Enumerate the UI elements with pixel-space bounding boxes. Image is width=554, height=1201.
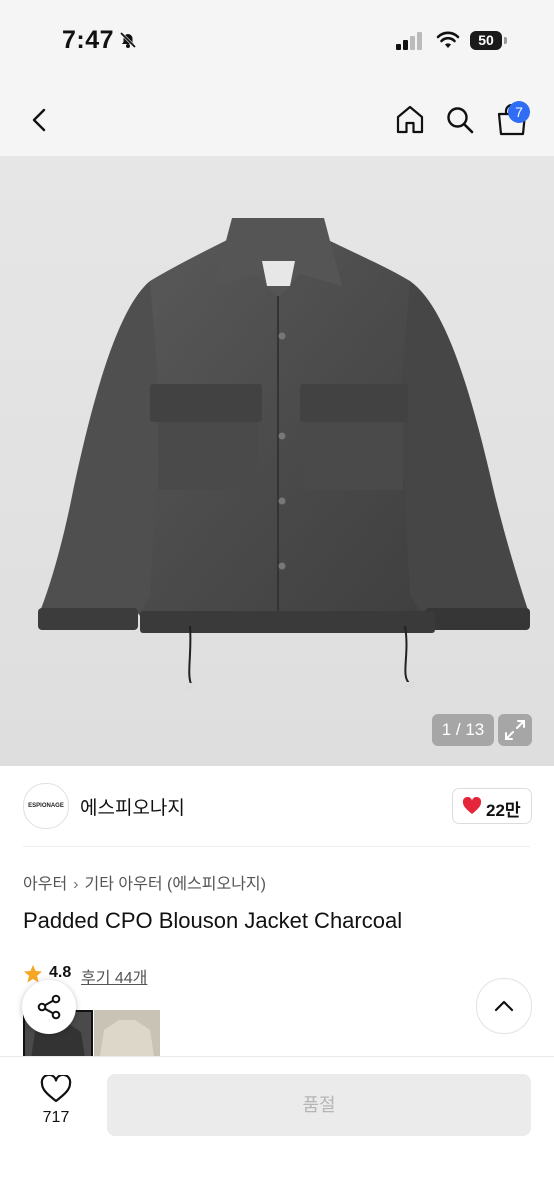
expand-image-button[interactable] [498, 714, 532, 746]
top-nav-bar [0, 80, 554, 156]
heart-outline-icon[interactable] [40, 1075, 72, 1103]
brand-like-button[interactable]: 22만 [452, 788, 532, 824]
product-title: Padded CPO Blouson Jacket Charcoal [23, 908, 403, 933]
back-icon[interactable] [26, 106, 54, 134]
brand-name[interactable]: 에스피오나지 [80, 793, 185, 820]
sold-out-button[interactable]: 품절 [107, 1074, 531, 1136]
thumbnail-image [100, 1020, 154, 1056]
chevron-up-icon [494, 1000, 514, 1012]
scroll-top-button[interactable] [476, 978, 532, 1034]
brand-like-count: 22만 [486, 801, 521, 820]
gallery-pager: 1 / 13 [432, 714, 494, 746]
reviews-link[interactable]: 후기 44개 [81, 964, 147, 988]
battery-tip [504, 37, 507, 44]
breadcrumb-item[interactable]: 기타 아우터 (에스피오나지) [85, 870, 266, 894]
status-bar: 7:47 50 [0, 0, 554, 80]
product-image-gallery[interactable] [0, 156, 554, 766]
breadcrumb-item[interactable]: 아우터 [23, 870, 67, 894]
wifi-icon [436, 31, 460, 48]
breadcrumb: 아우터 › 기타 아우터 (에스피오나지) [23, 870, 266, 894]
wishlist-count: 717 [42, 1109, 70, 1126]
share-icon [37, 994, 61, 1020]
product-image-jacket [38, 218, 530, 690]
search-icon[interactable] [445, 105, 475, 135]
color-option-beige[interactable] [94, 1010, 160, 1056]
share-button[interactable] [22, 980, 76, 1034]
expand-icon [505, 720, 525, 740]
cellular-signal-icon [396, 32, 422, 50]
heart-icon [462, 797, 482, 814]
home-icon[interactable] [394, 103, 426, 135]
bell-muted-icon [119, 31, 137, 49]
status-time: 7:47 [62, 26, 115, 54]
cart-count-badge: 7 [508, 101, 530, 123]
brand-logo[interactable]: ESPIONAGE [23, 783, 69, 829]
section-divider [23, 846, 530, 847]
chevron-right-icon: › [73, 876, 79, 893]
battery-indicator: 50 [470, 31, 508, 51]
battery-level: 50 [470, 31, 502, 50]
bottom-action-bar: 717 품절 [0, 1056, 554, 1201]
